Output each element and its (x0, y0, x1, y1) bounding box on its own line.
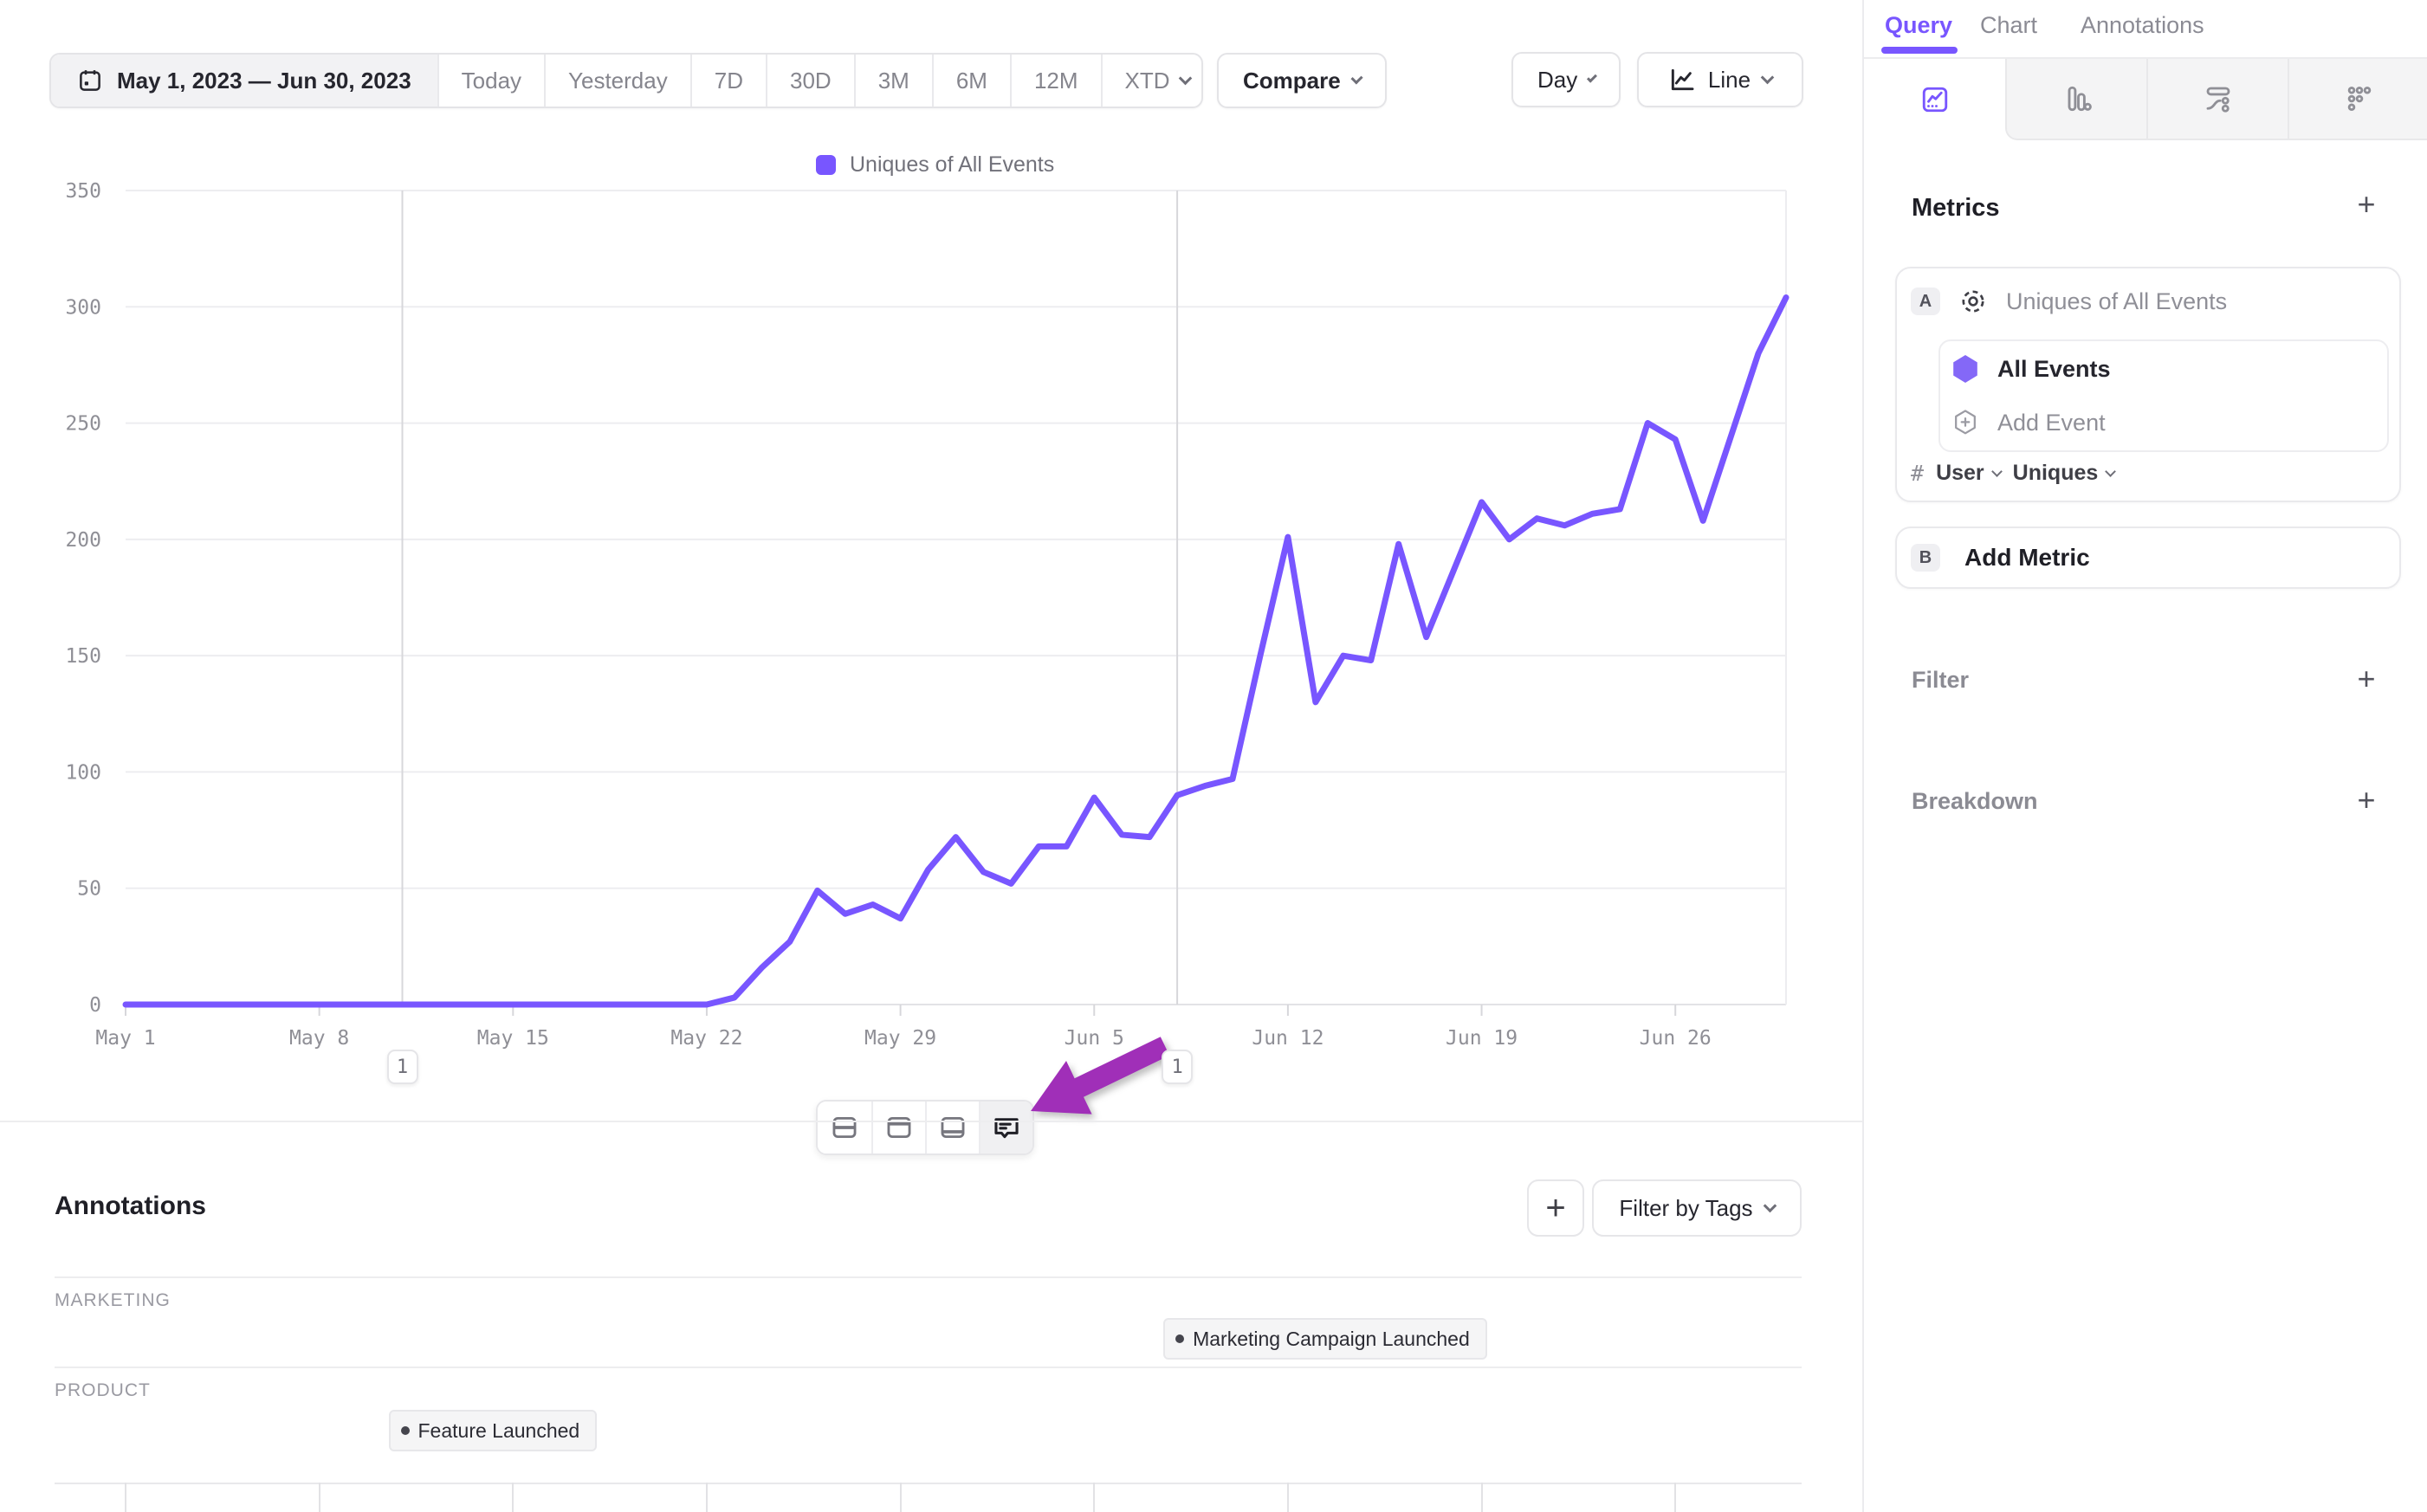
mini-timeline-tick (1093, 1483, 1095, 1512)
add-event-hexagon-icon (1952, 409, 1978, 436)
annotation-dot-icon (1175, 1334, 1184, 1343)
add-metric-card[interactable]: B Add Metric (1895, 527, 2401, 589)
mini-timeline-tick (706, 1483, 708, 1512)
panel-bottom-button[interactable] (925, 1102, 979, 1153)
mini-timeline-tick (1481, 1483, 1483, 1512)
annotation-count-badge[interactable]: 1 (1162, 1050, 1193, 1084)
svg-text:Jun 12: Jun 12 (1252, 1027, 1324, 1050)
event-row-all-events[interactable]: All Events (1952, 355, 2111, 383)
svg-text:Jun 5: Jun 5 (1065, 1027, 1124, 1050)
entity-selector[interactable]: User (1936, 461, 2001, 486)
panel-top-button[interactable] (871, 1102, 925, 1153)
add-event-row[interactable]: Add Event (1952, 409, 2106, 436)
event-hexagon-icon (1952, 355, 1978, 383)
measure-row: # User Uniques (1911, 461, 2114, 486)
split-middle-button[interactable] (818, 1102, 871, 1153)
funnels-icon (2061, 83, 2093, 114)
entity-label: User (1936, 461, 1984, 486)
svg-text:150: 150 (65, 645, 101, 668)
add-annotation-button[interactable]: + (1527, 1179, 1584, 1237)
metric-a-header-row[interactable]: A Uniques of All Events (1911, 288, 2227, 315)
svg-text:100: 100 (65, 761, 101, 784)
filter-by-tags-label: Filter by Tags (1619, 1195, 1752, 1222)
tab-query[interactable]: Query (1885, 12, 1952, 39)
report-tab-retention[interactable] (2288, 59, 2427, 140)
svg-text:200: 200 (65, 529, 101, 552)
metric-a-card: A Uniques of All Events All Events Add E… (1895, 267, 2401, 502)
aggregation-label: Uniques (2013, 461, 2099, 486)
metric-scope-gear-icon (1959, 288, 1987, 315)
filter-by-tags-button[interactable]: Filter by Tags (1592, 1179, 1802, 1237)
svg-text:May 15: May 15 (477, 1027, 549, 1050)
comment-icon (992, 1113, 1021, 1142)
annotations-title: Annotations (55, 1192, 206, 1221)
mini-timeline-tick (125, 1483, 126, 1512)
add-event-label: Add Event (1997, 410, 2106, 436)
add-filter-button[interactable]: + (2349, 663, 2384, 695)
report-tab-funnels[interactable] (2005, 59, 2146, 140)
mini-timeline-tick (900, 1483, 902, 1512)
metrics-header: Metrics (1912, 194, 2000, 223)
tab-chart[interactable]: Chart (1980, 12, 2037, 39)
svg-text:Jun 26: Jun 26 (1640, 1027, 1712, 1050)
chart-annotation-toolbar (816, 1100, 1034, 1155)
query-sidebar: Query Chart Annotations (1862, 0, 2427, 1512)
chevron-down-icon (1763, 1199, 1777, 1212)
aggregation-selector[interactable]: Uniques (2013, 461, 2115, 486)
chevron-down-icon (1991, 466, 2003, 477)
metric-b-badge: B (1911, 544, 1940, 572)
group-divider (55, 1276, 1802, 1278)
annotation-chip[interactable]: Feature Launched (389, 1410, 598, 1451)
panel-bottom-icon (938, 1113, 968, 1142)
add-metric-label: Add Metric (1964, 544, 2090, 572)
panel-divider (0, 1121, 1862, 1122)
split-middle-icon (830, 1113, 859, 1142)
panel-top-icon (884, 1113, 914, 1142)
flows-icon (2203, 83, 2234, 114)
svg-text:0: 0 (89, 994, 101, 1017)
tab-annotations[interactable]: Annotations (2081, 12, 2204, 39)
report-tab-insights[interactable] (1864, 59, 2005, 140)
svg-text:350: 350 (65, 180, 101, 203)
add-metric-plus-button[interactable]: + (2349, 189, 2384, 220)
filter-section-label: Filter (1912, 667, 1969, 694)
mini-timeline-tick (512, 1483, 514, 1512)
chevron-down-icon (2105, 466, 2116, 477)
report-type-tabs (1864, 59, 2427, 140)
report-tab-flows[interactable] (2146, 59, 2288, 140)
mini-timeline-tick (1287, 1483, 1289, 1512)
count-symbol: # (1911, 461, 1924, 486)
annotation-group-marketing: MARKETING (55, 1290, 171, 1311)
annotation-chip[interactable]: Marketing Campaign Launched (1163, 1318, 1487, 1360)
breakdown-section-label: Breakdown (1912, 788, 2038, 815)
metric-a-badge: A (1911, 288, 1940, 315)
mini-timeline-tick (319, 1483, 320, 1512)
svg-text:May 29: May 29 (864, 1027, 936, 1050)
mini-timeline-axis (55, 1483, 1802, 1484)
all-events-label: All Events (1997, 356, 2111, 383)
annotation-group-product: PRODUCT (55, 1380, 151, 1401)
mini-timeline-tick (1674, 1483, 1676, 1512)
main-area: May 1, 2023 — Jun 30, 2023 TodayYesterda… (0, 0, 1862, 1512)
event-card: All Events Add Event (1938, 339, 2389, 452)
line-chart: 0 50 100 150 200 250 300 350 May 1 May 8 May 15 May… (0, 0, 1862, 1091)
svg-text:300: 300 (65, 296, 101, 319)
active-tab-underline (1881, 47, 1958, 54)
annotation-chip-label: Feature Launched (418, 1419, 580, 1443)
group-divider (55, 1367, 1802, 1368)
svg-text:Jun 19: Jun 19 (1446, 1027, 1518, 1050)
annotation-count-badge[interactable]: 1 (387, 1050, 418, 1084)
comments-button[interactable] (979, 1102, 1032, 1153)
retention-icon (2344, 83, 2375, 114)
add-breakdown-button[interactable]: + (2349, 785, 2384, 816)
svg-text:May 22: May 22 (670, 1027, 742, 1050)
annotation-chip-label: Marketing Campaign Launched (1193, 1328, 1470, 1351)
svg-text:50: 50 (77, 878, 101, 901)
annotation-dot-icon (401, 1426, 410, 1435)
insights-icon (1919, 84, 1951, 115)
svg-text:250: 250 (65, 413, 101, 436)
metric-a-title: Uniques of All Events (2006, 288, 2227, 315)
svg-text:May 1: May 1 (95, 1027, 155, 1050)
svg-text:May 8: May 8 (289, 1027, 349, 1050)
